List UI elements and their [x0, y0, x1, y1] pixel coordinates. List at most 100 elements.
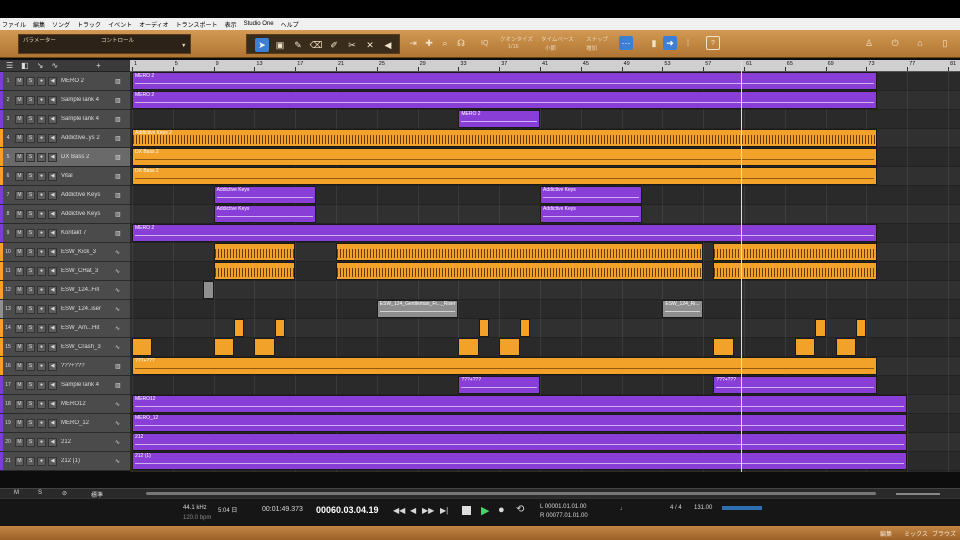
- monitor-icon[interactable]: ◀: [48, 95, 57, 105]
- event-clip[interactable]: [213, 338, 234, 356]
- event-clip[interactable]: 212 (1): [132, 452, 908, 470]
- solo-button[interactable]: S: [26, 133, 35, 143]
- arrange-view[interactable]: MERO 2 MERO 2 MERO 2 Addictive Keys 2 DX Bas…: [130, 72, 960, 472]
- track-name[interactable]: ESW_Kick_3: [61, 249, 113, 255]
- mute-button[interactable]: M: [15, 228, 24, 238]
- solo-button[interactable]: S: [26, 266, 35, 276]
- event-clip[interactable]: [795, 338, 816, 356]
- metronome-icon[interactable]: ♩: [620, 506, 626, 512]
- track-name[interactable]: ESW_124..Fill: [61, 287, 113, 293]
- monitor-icon[interactable]: ◀: [48, 114, 57, 124]
- monitor-icon[interactable]: ◀: [48, 190, 57, 200]
- stop-icon[interactable]: [462, 506, 471, 515]
- automation-icon[interactable]: ∿: [51, 61, 58, 70]
- arrow-tool-icon[interactable]: ➤: [255, 38, 269, 52]
- record-arm-icon[interactable]: ●: [37, 133, 46, 143]
- track-header[interactable]: 20 M S ● ◀ 212 ∿: [0, 433, 130, 452]
- monitor-icon[interactable]: ◀: [48, 380, 57, 390]
- solo-button[interactable]: S: [26, 380, 35, 390]
- track-header[interactable]: 8 M S ● ◀ Addictive Keys ▥: [0, 205, 130, 224]
- record-arm-icon[interactable]: ●: [37, 285, 46, 295]
- event-clip[interactable]: 212: [132, 433, 908, 451]
- mute-button[interactable]: M: [15, 190, 24, 200]
- menu-8[interactable]: Studio One: [244, 21, 274, 27]
- play-icon[interactable]: ▶: [481, 504, 489, 517]
- home-icon[interactable]: ⌂: [913, 36, 927, 50]
- track-name[interactable]: 212 (1): [61, 458, 113, 464]
- mute-button[interactable]: M: [15, 361, 24, 371]
- record-arm-icon[interactable]: ●: [37, 247, 46, 257]
- solo-button[interactable]: S: [26, 323, 35, 333]
- timebase-value[interactable]: 小節: [545, 44, 556, 52]
- record-arm-icon[interactable]: ●: [37, 228, 46, 238]
- monitor-icon[interactable]: ◀: [48, 342, 57, 352]
- tool-icon[interactable]: ↘: [37, 61, 44, 70]
- parameter-box[interactable]: パラメーター コントロール ▼: [18, 34, 191, 54]
- menu-7[interactable]: 表示: [225, 20, 237, 29]
- event-clip[interactable]: Addictive Keys: [540, 205, 642, 223]
- headphone-icon[interactable]: ☊: [454, 36, 468, 50]
- snap-toggle-icon[interactable]: ⋯: [619, 36, 633, 50]
- track-name[interactable]: Kontakt 7: [61, 230, 113, 236]
- event-clip[interactable]: [274, 319, 285, 337]
- rewind-icon[interactable]: ◀◀: [393, 506, 405, 515]
- track-header[interactable]: 12 M S ● ◀ ESW_124..Fill ∿: [0, 281, 130, 300]
- mix-button[interactable]: ミックス: [904, 529, 928, 538]
- quantize-value[interactable]: 1/16: [508, 44, 519, 50]
- event-clip[interactable]: Addictive Keys 2: [132, 129, 877, 147]
- solo-button[interactable]: S: [26, 76, 35, 86]
- snap-value[interactable]: 増加: [586, 44, 597, 52]
- track-name[interactable]: Addictive Keys: [61, 192, 113, 198]
- mute-button[interactable]: M: [15, 323, 24, 333]
- prev-icon[interactable]: ◀: [410, 506, 416, 515]
- page-icon[interactable]: ▯: [938, 36, 952, 50]
- solo-button[interactable]: S: [26, 285, 35, 295]
- solo-button[interactable]: S: [26, 247, 35, 257]
- record-arm-icon[interactable]: ●: [37, 399, 46, 409]
- edit-button[interactable]: 編集: [880, 529, 892, 538]
- record-arm-icon[interactable]: ●: [37, 190, 46, 200]
- event-clip[interactable]: [713, 338, 734, 356]
- next-icon[interactable]: ▶|: [440, 506, 448, 515]
- record-arm-icon[interactable]: ●: [37, 171, 46, 181]
- track-name[interactable]: ESW_Crash_3: [61, 344, 113, 350]
- track-name[interactable]: ESW_124..iser: [61, 306, 113, 312]
- event-clip[interactable]: [213, 243, 296, 261]
- menu-2[interactable]: ソング: [52, 20, 70, 29]
- monitor-icon[interactable]: ◀: [48, 247, 57, 257]
- range-tool-icon[interactable]: ▣: [273, 38, 287, 52]
- zoom-icon[interactable]: ⌕: [438, 36, 452, 50]
- record-icon[interactable]: ●: [498, 504, 505, 516]
- track-name[interactable]: MERO_12: [61, 420, 113, 426]
- time-signature[interactable]: 4 / 4: [670, 505, 682, 511]
- solo-button[interactable]: S: [26, 152, 35, 162]
- record-arm-icon[interactable]: ●: [37, 152, 46, 162]
- timeline-ruler[interactable]: 1 5 9 13 17 21 25 29 33 37 41 45 49 53 57 61 65 69 73 77 81: [130, 60, 960, 72]
- record-arm-icon[interactable]: ●: [37, 456, 46, 466]
- solo-button[interactable]: S: [26, 95, 35, 105]
- event-clip[interactable]: [856, 319, 867, 337]
- time-display[interactable]: 00:01:49.373: [262, 506, 303, 513]
- menu-3[interactable]: トラック: [77, 20, 101, 29]
- track-header[interactable]: 13 M S ● ◀ ESW_124..iser ∿: [0, 300, 130, 319]
- event-clip[interactable]: DX Bass 2: [132, 148, 877, 166]
- mute-button[interactable]: M: [15, 304, 24, 314]
- track-header[interactable]: 1 M S ● ◀ MERO 2 ▥: [0, 72, 130, 91]
- paint-tool-icon[interactable]: ✐: [327, 38, 341, 52]
- loop-start[interactable]: L 00001.01.01.00: [540, 504, 587, 510]
- mute-button[interactable]: M: [15, 266, 24, 276]
- track-header[interactable]: 17 M S ● ◀ SampleTank 4 ▥: [0, 376, 130, 395]
- record-arm-icon[interactable]: ●: [37, 209, 46, 219]
- autoscroll-icon[interactable]: ➜: [663, 36, 677, 50]
- event-clip[interactable]: [336, 243, 704, 261]
- record-arm-icon[interactable]: ●: [37, 361, 46, 371]
- track-header[interactable]: 19 M S ● ◀ MERO_12 ∿: [0, 414, 130, 433]
- chevron-down-icon[interactable]: ▼: [181, 43, 186, 49]
- menu-0[interactable]: ファイル: [2, 20, 26, 29]
- event-clip[interactable]: MERO 2: [132, 91, 877, 109]
- event-clip[interactable]: [499, 338, 520, 356]
- iq-label[interactable]: IQ: [481, 40, 488, 47]
- track-header[interactable]: 9 M S ● ◀ Kontakt 7 ▥: [0, 224, 130, 243]
- mute-button[interactable]: M: [15, 437, 24, 447]
- record-arm-icon[interactable]: ●: [37, 342, 46, 352]
